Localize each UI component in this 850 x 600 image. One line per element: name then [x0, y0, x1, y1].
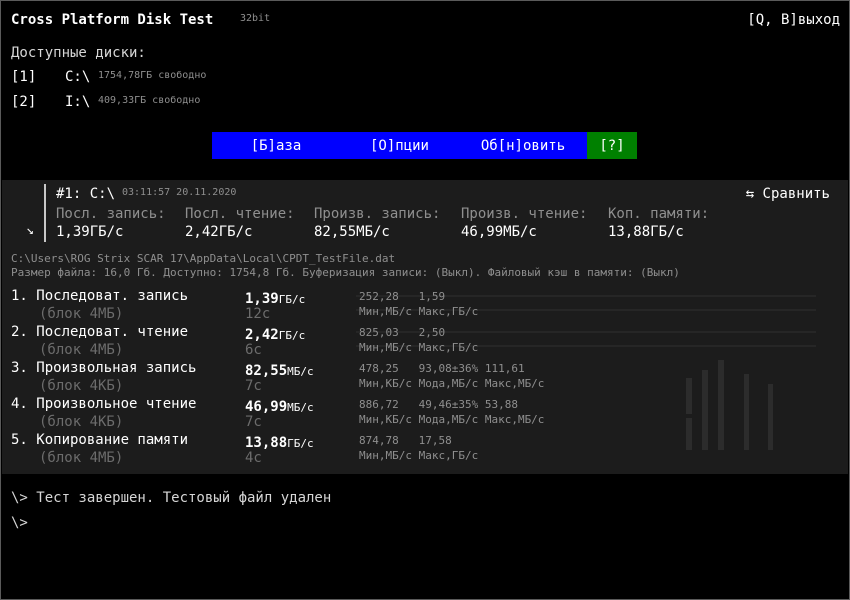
test-value: 13,88 [245, 435, 288, 451]
drive-index: [1] [11, 69, 37, 85]
summary-label-rand-read: Произв. чтение: [461, 206, 588, 222]
collapse-icon[interactable]: ↘ [26, 223, 34, 238]
test-stats-labels: Мин,КБ/с Мода,МБ/с Макс,МБ/с [359, 413, 545, 426]
test-stats-values: 478,25 93,08±36% 111,61 [359, 362, 525, 375]
drives-label: Доступные диски: [11, 45, 146, 61]
test-time: 4с [245, 450, 262, 466]
test-time: 6с [245, 342, 262, 358]
summary-value-seq-read: 2,42ГБ/с [185, 224, 253, 240]
test-stats-labels: Мин,МБ/с Макс,ГБ/с [359, 341, 479, 354]
test-time: 7с [245, 378, 262, 394]
test-stats-labels: Мин,КБ/с Мода,МБ/с Макс,МБ/с [359, 377, 545, 390]
drive-name: C:\ [65, 69, 91, 85]
test-unit: ГБ/с [278, 293, 306, 306]
summary-value-mem-copy: 13,88ГБ/с [608, 224, 684, 240]
bitness-label: 32bit [240, 13, 271, 24]
test-time: 7с [245, 414, 262, 430]
test-name: 1. Последоват. запись [11, 288, 189, 304]
run-timestamp: 03:11:57 20.11.2020 [122, 187, 237, 198]
test-value: 2,42 [245, 327, 279, 343]
test-stats-values: 874,78 17,58 [359, 434, 452, 447]
summary-label-rand-write: Произв. запись: [314, 206, 441, 222]
drive-index: [2] [11, 94, 37, 110]
base-button[interactable]: [Б]аза [212, 132, 340, 159]
test-stats-labels: Мин,МБ/с Макс,ГБ/с [359, 449, 479, 462]
summary-label-seq-read: Посл. чтение: [185, 206, 295, 222]
drive-free: 1754,78ГБ свободно [98, 70, 207, 81]
test-stats-values: 886,72 49,46±35% 53,88 [359, 398, 518, 411]
test-time: 12с [245, 306, 271, 322]
test-stats-values: 252,28 1,59 [359, 290, 446, 303]
summary-value-rand-read: 46,99МБ/с [461, 224, 537, 240]
drive-free: 409,33ГБ свободно [98, 95, 201, 106]
test-block: (блок 4МБ) [39, 450, 124, 466]
test-value: 1,39 [245, 291, 279, 307]
console-line-1: \> Тест завершен. Тестовый файл удален [11, 490, 332, 506]
test-value: 82,55 [245, 363, 288, 379]
test-unit: МБ/с [287, 365, 314, 378]
test-stats-labels: Мин,МБ/с Макс,ГБ/с [359, 305, 479, 318]
summary-value-seq-write: 1,39ГБ/с [56, 224, 124, 240]
test-value: 46,99 [245, 399, 288, 415]
test-unit: МБ/с [287, 401, 314, 414]
test-file-path: C:\Users\ROG Strix SCAR 17\AppData\Local… [11, 252, 396, 265]
menu-bar: [Б]аза [О]пции Об[н]овить [?] [212, 132, 637, 159]
test-block: (блок 4МБ) [39, 306, 124, 322]
quit-button[interactable]: [Q, В]выход [747, 12, 840, 28]
test-unit: ГБ/с [278, 329, 306, 342]
test-block: (блок 4МБ) [39, 342, 124, 358]
app-title: Cross Platform Disk Test [11, 12, 214, 28]
summary-label-mem-copy: Коп. памяти: [608, 206, 710, 222]
console-prompt[interactable]: \> [11, 515, 28, 531]
options-button[interactable]: [О]пции [340, 132, 459, 159]
test-name: 5. Копирование памяти [11, 432, 189, 448]
run-title: #1: C:\ [56, 186, 116, 202]
compare-button[interactable]: ⇆ Сравнить [746, 186, 830, 202]
help-button[interactable]: [?] [587, 132, 637, 159]
test-name: 3. Произвольная запись [11, 360, 197, 376]
test-unit: ГБ/с [287, 437, 314, 450]
refresh-button[interactable]: Об[н]овить [459, 132, 587, 159]
test-block: (блок 4КБ) [39, 378, 124, 394]
test-stats-values: 825,03 2,50 [359, 326, 446, 339]
test-name: 4. Произвольное чтение [11, 396, 197, 412]
summary-divider [44, 184, 46, 242]
summary-value-rand-write: 82,55МБ/с [314, 224, 390, 240]
test-name: 2. Последоват. чтение [11, 324, 189, 340]
summary-label-seq-write: Посл. запись: [56, 206, 166, 222]
test-file-details: Размер файла: 16,0 Гб. Доступно: 1754,8 … [11, 266, 680, 279]
drive-name: I:\ [65, 94, 91, 110]
test-block: (блок 4КБ) [39, 414, 124, 430]
